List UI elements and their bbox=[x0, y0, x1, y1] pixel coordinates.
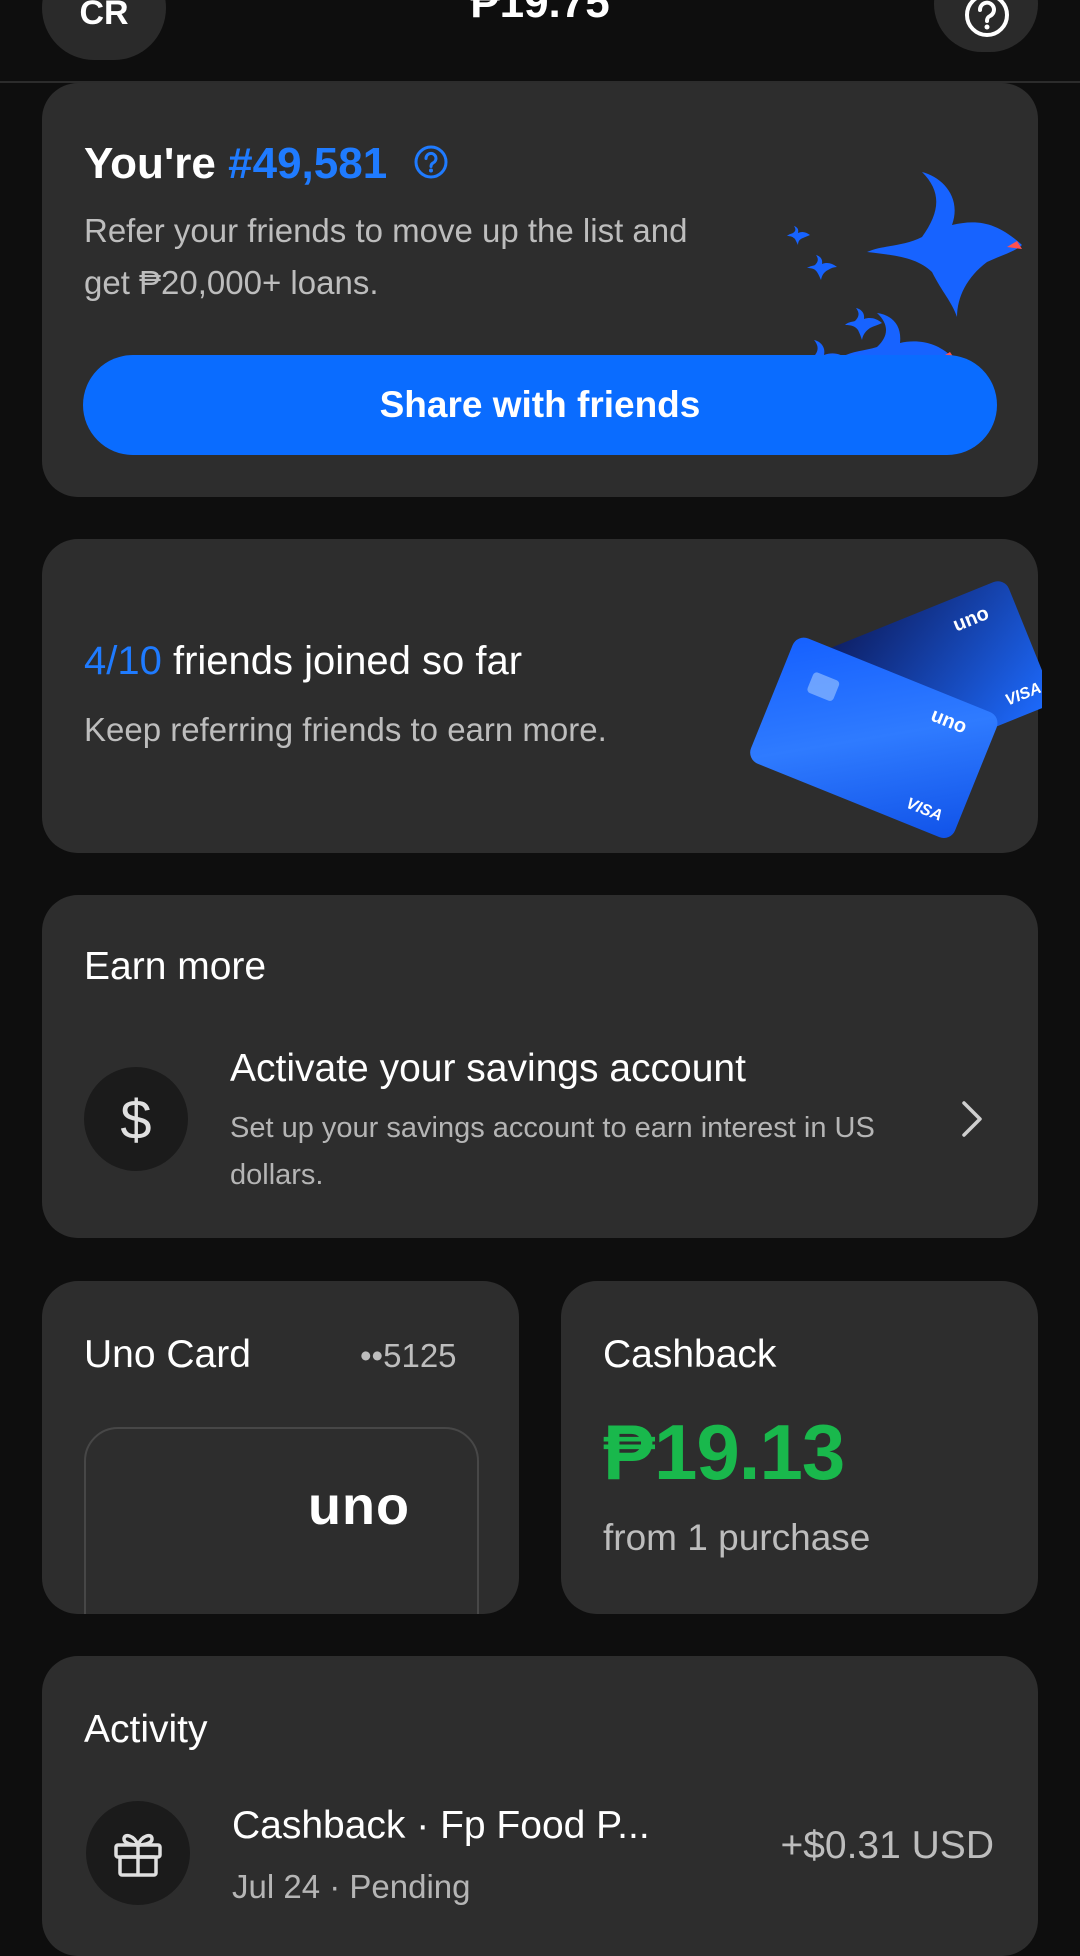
cashback-amount: ₱19.13 bbox=[603, 1408, 845, 1496]
friends-joined-heading: 4/10 friends joined so far bbox=[84, 639, 522, 684]
help-button[interactable] bbox=[934, 0, 1038, 52]
activity-item-name: Cashback · Fp Food P... bbox=[232, 1804, 650, 1847]
uno-visa-cards-illustration: uno VISA uno VISA bbox=[742, 579, 1052, 854]
friends-joined-card: 4/10 friends joined so far Keep referrin… bbox=[42, 539, 1052, 853]
activity-row[interactable]: Cashback · Fp Food P... Jul 24 · Pending… bbox=[42, 1656, 1038, 1956]
question-circle-icon bbox=[965, 0, 1009, 37]
activate-savings-title: Activate your savings account bbox=[230, 1047, 746, 1090]
gift-icon-wrapper bbox=[86, 1801, 190, 1905]
rank-subtitle: Refer your friends to move up the list a… bbox=[84, 212, 688, 301]
friends-label: friends joined so far bbox=[161, 639, 523, 683]
activate-savings-item[interactable]: $ Activate your savings account Set up y… bbox=[42, 1025, 1038, 1215]
uno-card-preview: uno bbox=[84, 1427, 479, 1614]
cashback-title: Cashback bbox=[603, 1333, 777, 1376]
earn-more-title: Earn more bbox=[84, 945, 267, 988]
header-balance: ₱19.75 bbox=[470, 0, 610, 27]
cashback-tile[interactable]: Cashback ₱19.13 from 1 purchase bbox=[561, 1281, 1038, 1614]
friends-subtitle: Keep referring friends to earn more. bbox=[84, 711, 607, 748]
uno-card-title: Uno Card bbox=[84, 1333, 251, 1376]
rank-number: #49,581 bbox=[228, 139, 388, 188]
referral-rank-card: You're #49,581 Refer your friends to mov… bbox=[42, 83, 1038, 497]
activity-item-amount: +$0.31 USD bbox=[780, 1824, 994, 1867]
friends-count: 4/10 bbox=[84, 639, 162, 683]
cashback-subtitle: from 1 purchase bbox=[603, 1517, 871, 1558]
activity-item-meta: Jul 24 · Pending bbox=[232, 1868, 471, 1905]
uno-card-last-digits: ••5125 bbox=[360, 1337, 457, 1374]
rank-prefix: You're bbox=[84, 139, 229, 188]
top-bar: CR ₱19.75 bbox=[0, 0, 1080, 83]
activity-card: Activity Cashback · Fp Food P... Jul 24 … bbox=[42, 1656, 1038, 1956]
uno-card-tile[interactable]: Uno Card ••5125 uno bbox=[42, 1281, 519, 1614]
dollar-icon: $ bbox=[84, 1067, 188, 1171]
activate-savings-description: Set up your savings account to earn inte… bbox=[230, 1112, 875, 1191]
gift-icon bbox=[114, 1833, 162, 1877]
chevron-right-icon bbox=[962, 1101, 982, 1137]
rank-heading: You're #49,581 bbox=[84, 139, 449, 189]
earn-more-card: Earn more $ Activate your savings accoun… bbox=[42, 895, 1038, 1238]
uno-logo: uno bbox=[308, 1476, 410, 1536]
share-with-friends-button[interactable]: Share with friends bbox=[83, 355, 997, 455]
question-circle-icon[interactable] bbox=[413, 144, 449, 180]
